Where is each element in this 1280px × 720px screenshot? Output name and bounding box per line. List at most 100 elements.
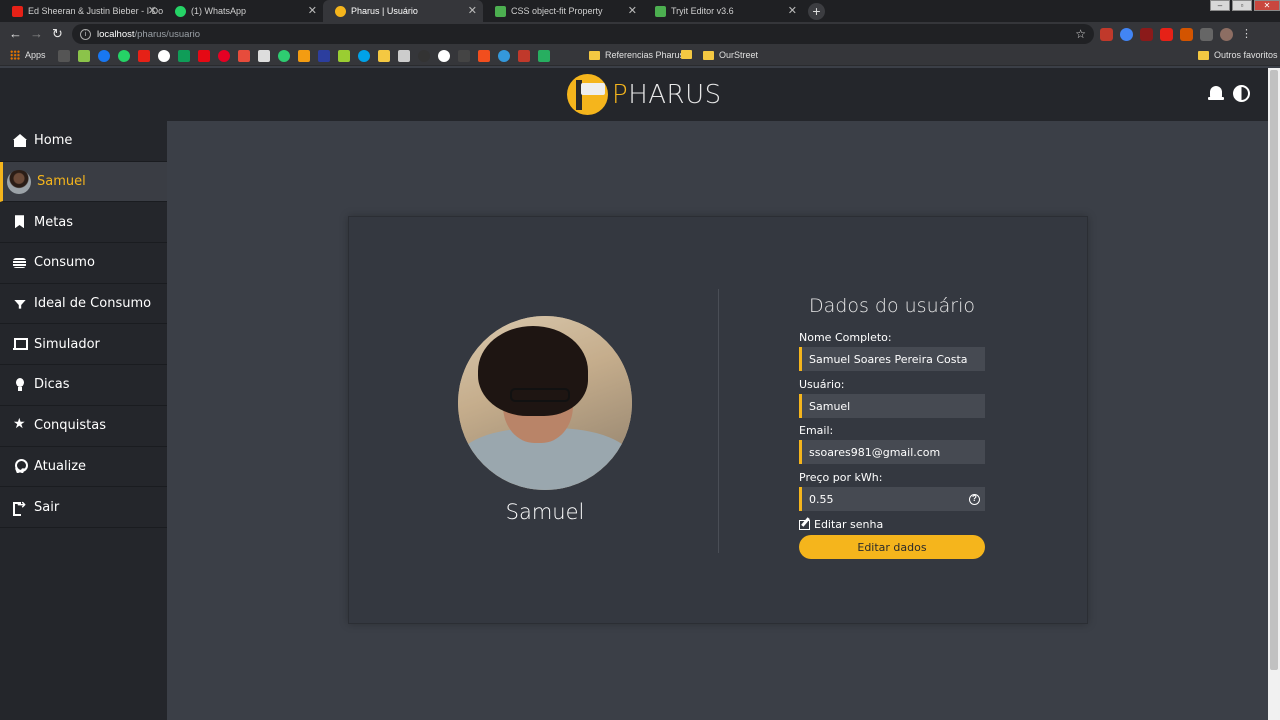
tab-close-icon[interactable]: ✕ [788,4,797,17]
youtube-icon [12,5,23,17]
browser-tab[interactable]: (1) WhatsApp ✕ [163,0,323,22]
sidebar-item-sair[interactable]: Sair [0,487,167,528]
sidebar-item-metas[interactable]: Metas [0,202,167,244]
contrast-toggle-icon[interactable] [1233,85,1250,102]
bookmark-folder[interactable]: Referencias Pharus [589,50,684,60]
sign-out-icon [13,498,27,517]
username-field[interactable] [799,394,985,418]
laptop-icon [13,337,28,351]
star-icon [13,416,27,433]
sidebar-item-dicas[interactable]: Dicas [0,365,167,406]
sidebar-item-ideal-consumo[interactable]: Ideal de Consumo [0,284,167,325]
bookmark-icon[interactable] [58,50,70,62]
netflix-icon[interactable] [198,50,210,62]
github-icon[interactable] [418,50,430,62]
bookmark-icon[interactable] [298,50,310,62]
close-window-button[interactable]: ✕ [1254,0,1280,11]
page-scrollbar[interactable] [1268,68,1280,720]
bookmark-folder[interactable] [681,50,697,59]
bookmark-icon[interactable] [518,50,530,62]
profile-name: Samuel [505,500,585,524]
bookmark-star-icon[interactable]: ☆ [1075,27,1086,41]
youtube-icon[interactable] [138,50,150,62]
back-arrow-icon[interactable]: ← [9,26,22,41]
bookmark-icon[interactable] [398,50,410,62]
pinterest-icon[interactable] [218,50,230,62]
price-kwh-field[interactable] [799,487,985,511]
sidebar-item-conquistas[interactable]: Conquistas [0,406,167,447]
sidebar-item-atualize[interactable]: Atualize [0,447,167,488]
bookmark-icon[interactable] [438,50,450,62]
bookmark-icon[interactable] [258,50,270,62]
url-input[interactable]: i localhost /pharus/usuario ☆ [72,24,1094,44]
new-tab-button[interactable]: + [808,3,825,20]
sidebar-item-simulador[interactable]: Simulador [0,324,167,366]
edit-password-link[interactable]: Editar senha [799,518,883,531]
sidebar-item-label: Conquistas [34,418,106,434]
google-icon[interactable] [158,50,170,62]
bookmark-icon[interactable] [458,50,470,62]
browser-tab[interactable]: CSS object-fit Property ✕ [483,0,643,22]
pharus-logo[interactable]: PHARUS [567,74,722,115]
bookmark-icon[interactable] [338,50,350,62]
w3schools-icon [655,5,666,17]
bookmark-icon[interactable] [318,50,330,62]
bookmark-icon[interactable] [278,50,290,62]
profile-avatar[interactable] [1220,28,1233,41]
menu-kebab-icon[interactable]: ⋮ [1240,28,1253,41]
pdf-icon[interactable] [1140,28,1153,41]
bookmark-folder[interactable]: OurStreet [703,50,758,60]
logo-text-accent: P [612,79,629,110]
reload-icon[interactable]: ↻ [52,26,63,42]
adblock-icon[interactable] [1100,28,1113,41]
bookmark-icon[interactable] [378,50,390,62]
translate-icon[interactable] [1120,28,1133,41]
sidebar-item-profile[interactable]: Samuel [0,161,167,203]
tab-close-icon[interactable]: ✕ [628,4,637,17]
facebook-icon[interactable] [98,50,110,62]
bookmark-icon[interactable] [238,50,250,62]
sidebar-item-label: Ideal de Consumo [34,296,152,312]
reading-list-icon[interactable] [1200,28,1213,41]
bookmark-icon[interactable] [498,50,510,62]
bookmark-icon[interactable] [358,50,370,62]
question-circle-icon[interactable]: ? [969,494,980,505]
folder-icon [703,50,714,60]
tab-close-icon[interactable]: ✕ [308,4,317,17]
bookmark-folder[interactable]: Outros favoritos [1198,50,1278,60]
sidebar-item-consumo[interactable]: Consumo [0,243,167,284]
extension-icons: ⋮ [1100,28,1253,41]
drive-icon[interactable] [178,50,190,62]
tab-title: Tryit Editor v3.6 [671,6,734,16]
figma-icon[interactable] [478,50,490,62]
minimize-button[interactable]: – [1210,0,1230,11]
edit-data-button[interactable]: Editar dados [799,535,985,559]
sidebar-item-home[interactable]: Home [0,121,167,162]
browser-tab[interactable]: Ed Sheeran & Justin Bieber - I Do ✕ [0,0,163,22]
full-name-field[interactable] [799,347,985,371]
youtube-ext-icon[interactable] [1160,28,1173,41]
browser-tab-active[interactable]: Pharus | Usuário ✕ [323,0,483,22]
bookmark-apps[interactable]: Apps [10,50,46,60]
folder-icon [681,50,692,59]
info-icon[interactable]: i [80,28,91,40]
bookmark-icon[interactable] [78,50,90,62]
email-label: Email: [799,424,834,437]
extension-icon[interactable] [1180,28,1193,41]
email-field[interactable] [799,440,985,464]
folder-label: Referencias Pharus [605,50,685,60]
maximize-button[interactable]: ▫ [1232,0,1252,11]
tab-close-icon[interactable]: ✕ [148,4,157,17]
home-icon [13,133,27,148]
tab-close-icon[interactable]: ✕ [468,4,477,17]
notification-bell-icon[interactable] [1208,85,1224,103]
bookmark-icon[interactable] [538,50,550,62]
scrollbar-thumb[interactable] [1270,70,1278,670]
sidebar-item-label: Metas [34,214,74,230]
apps-grid-icon [10,50,20,60]
browser-tab-strip: Ed Sheeran & Justin Bieber - I Do ✕ (1) … [0,0,1280,22]
whatsapp-icon[interactable] [118,50,130,62]
sidebar-item-label: Sair [34,499,60,515]
browser-tab[interactable]: Tryit Editor v3.6 ✕ [643,0,803,22]
forward-arrow-icon[interactable]: → [30,26,43,41]
